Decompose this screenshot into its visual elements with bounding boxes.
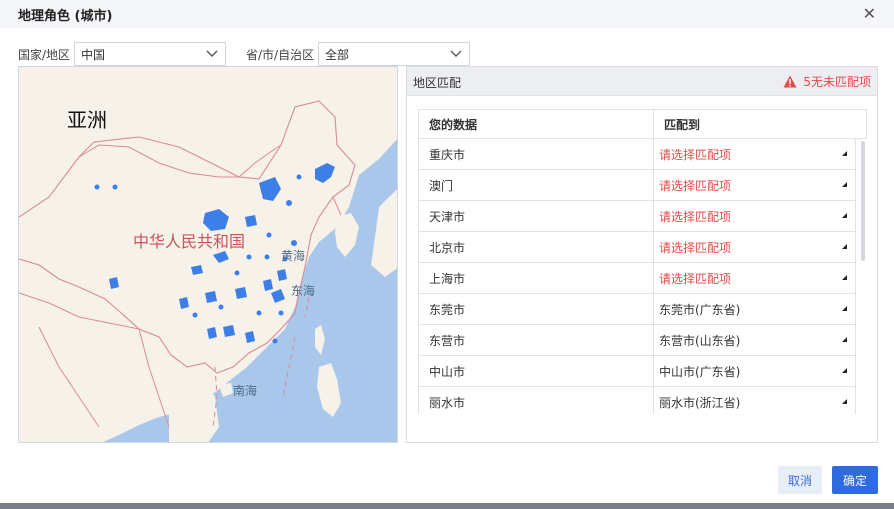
row-data-cell: 东莞市 xyxy=(419,294,654,324)
province-label: 省/市/自治区 xyxy=(246,48,315,62)
table-row: 东营市 东营市(山东省) xyxy=(418,325,856,356)
geo-role-dialog: 地理角色 (城市) ✕ 国家/地区 中国 省/市/自治区 全部 亚洲 中华人民共… xyxy=(0,0,894,509)
panel-header: 地区匹配 5无未匹配项 xyxy=(407,67,877,96)
table-row: 东莞市 东莞市(广东省) xyxy=(418,294,856,325)
row-match-value: 东莞市(广东省) xyxy=(659,302,741,317)
match-table: 您的数据 匹配到 重庆市 请选择匹配项 澳门 请选择匹配项 天津市 请选择匹配项 北京市 请选… xyxy=(418,109,867,414)
table-row: 重庆市 请选择匹配项 xyxy=(418,139,856,170)
land-philippines xyxy=(317,363,341,417)
table-header: 您的数据 匹配到 xyxy=(418,109,867,139)
row-match-value: 请选择匹配项 xyxy=(659,271,732,286)
dropdown-corner-icon[interactable] xyxy=(842,399,847,404)
row-match-select[interactable]: 请选择匹配项 xyxy=(654,139,855,169)
sea-label-south: 南海 xyxy=(233,383,257,398)
row-match-value: 东营市(山东省) xyxy=(659,333,741,348)
table-row: 北京市 请选择匹配项 xyxy=(418,232,856,263)
warning-icon xyxy=(783,75,797,88)
table-scrollbar[interactable] xyxy=(860,139,866,414)
country-map-label: 中华人民共和国 xyxy=(133,232,245,251)
dropdown-corner-icon[interactable] xyxy=(842,306,847,311)
row-data-cell: 澳门 xyxy=(419,170,654,200)
ok-button[interactable]: 确定 xyxy=(832,466,878,494)
scrollbar-thumb[interactable] xyxy=(861,141,865,261)
table-row: 上海市 请选择匹配项 xyxy=(418,263,856,294)
dropdown-corner-icon[interactable] xyxy=(842,213,847,218)
table-row: 天津市 请选择匹配项 xyxy=(418,201,856,232)
dropdown-corner-icon[interactable] xyxy=(842,182,847,187)
row-match-select[interactable]: 请选择匹配项 xyxy=(654,170,855,200)
chevron-down-icon xyxy=(206,50,218,57)
row-match-select[interactable]: 请选择匹配项 xyxy=(654,201,855,231)
country-label: 国家/地区 xyxy=(18,48,71,62)
row-data-cell: 北京市 xyxy=(419,232,654,262)
chevron-down-icon xyxy=(450,50,462,57)
table-body[interactable]: 重庆市 请选择匹配项 澳门 请选择匹配项 天津市 请选择匹配项 北京市 请选择匹配项 上海市 请选… xyxy=(418,139,856,414)
row-match-select[interactable]: 东营市(山东省) xyxy=(654,325,855,355)
row-match-value: 请选择匹配项 xyxy=(659,178,732,193)
row-match-value: 请选择匹配项 xyxy=(659,147,732,162)
row-match-select[interactable]: 中山市(广东省) xyxy=(654,356,855,386)
map-view[interactable]: 亚洲 中华人民共和国 黄海 东海 南海 xyxy=(18,66,398,443)
row-match-value: 中山市(广东省) xyxy=(659,364,741,379)
province-select[interactable]: 全部 xyxy=(318,42,470,66)
region-match-panel: 地区匹配 5无未匹配项 您的数据 匹配到 重庆市 请选择匹配项 澳门 请选择匹配项 天津… xyxy=(406,66,878,443)
row-data-cell: 东营市 xyxy=(419,325,654,355)
row-data-cell: 天津市 xyxy=(419,201,654,231)
map-svg: 亚洲 中华人民共和国 黄海 东海 南海 xyxy=(19,67,397,442)
unmatched-count: 5无未匹配项 xyxy=(803,75,871,89)
row-match-select[interactable]: 请选择匹配项 xyxy=(654,232,855,262)
land-japan xyxy=(371,189,397,277)
continent-label: 亚洲 xyxy=(67,108,107,132)
table-row: 澳门 请选择匹配项 xyxy=(418,170,856,201)
row-data-cell: 丽水市 xyxy=(419,387,654,414)
dropdown-corner-icon[interactable] xyxy=(842,368,847,373)
dropdown-corner-icon[interactable] xyxy=(842,275,847,280)
close-icon[interactable]: ✕ xyxy=(863,4,876,23)
table-row: 中山市 中山市(广东省) xyxy=(418,356,856,387)
land-korea xyxy=(335,213,359,257)
land-hainan xyxy=(219,383,233,397)
row-data-cell: 重庆市 xyxy=(419,139,654,169)
col-header-match: 匹配到 xyxy=(664,117,701,132)
dropdown-corner-icon[interactable] xyxy=(842,151,847,156)
col-header-data: 您的数据 xyxy=(419,110,654,138)
row-data-cell: 上海市 xyxy=(419,263,654,293)
dropdown-corner-icon[interactable] xyxy=(842,244,847,249)
sea-label-yellow: 黄海 xyxy=(281,248,305,263)
land-taiwan xyxy=(315,325,325,355)
dialog-title: 地理角色 (城市) xyxy=(18,9,113,24)
dropdown-corner-icon[interactable] xyxy=(842,337,847,342)
panel-title: 地区匹配 xyxy=(413,76,462,90)
row-match-value: 请选择匹配项 xyxy=(659,240,732,255)
unmatched-warning: 5无未匹配项 xyxy=(783,73,871,90)
cancel-button[interactable]: 取消 xyxy=(778,466,822,494)
province-select-value: 全部 xyxy=(325,48,350,62)
row-match-value: 请选择匹配项 xyxy=(659,209,732,224)
country-select-value: 中国 xyxy=(81,48,106,62)
row-match-select[interactable]: 丽水市(浙江省) xyxy=(654,387,855,414)
dialog-titlebar: 地理角色 (城市) ✕ xyxy=(0,0,894,28)
row-match-select[interactable]: 东莞市(广东省) xyxy=(654,294,855,324)
row-match-value: 丽水市(浙江省) xyxy=(659,395,741,410)
row-match-select[interactable]: 请选择匹配项 xyxy=(654,263,855,293)
country-select[interactable]: 中国 xyxy=(74,42,226,66)
table-row: 丽水市 丽水市(浙江省) xyxy=(418,387,856,414)
sea-label-east: 东海 xyxy=(291,283,315,298)
row-data-cell: 中山市 xyxy=(419,356,654,386)
bottom-bar xyxy=(0,503,894,509)
